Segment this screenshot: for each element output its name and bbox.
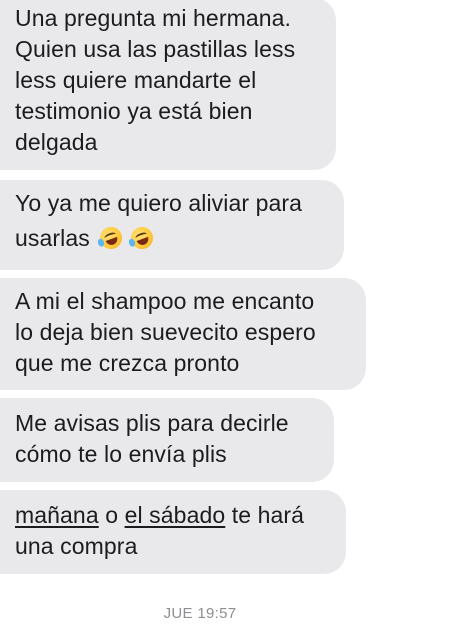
message-bubble[interactable]: Me avisas plis para decirle cómo te lo e…: [0, 398, 334, 482]
message-text: A mi el shampoo me encanto: [15, 288, 315, 314]
message-bubble[interactable]: A mi el shampoo me encanto lo deja bien …: [0, 278, 366, 390]
date-link[interactable]: el sábado: [125, 502, 226, 528]
message-text: cómo te lo envía plis: [15, 441, 227, 467]
message-text: Me avisas plis para decirle: [15, 410, 289, 436]
message-thread: Una pregunta mi hermana. Quien usa las p…: [0, 0, 476, 636]
message-text: usarlas: [15, 225, 90, 251]
timestamp: JUE 19:57: [163, 605, 237, 622]
message-text: lo deja bien suevecito espero: [15, 319, 316, 345]
message-text: que me crezca pronto: [15, 350, 240, 376]
rolling-on-floor-laughing-icon: [97, 223, 126, 253]
message-text: Una pregunta mi hermana.: [15, 5, 291, 31]
rolling-on-floor-laughing-icon: [127, 223, 156, 253]
message-bubble[interactable]: mañana o el sábado te hará una compra: [0, 490, 346, 574]
message-text: testimonio ya está bien: [15, 98, 253, 124]
message-bubble[interactable]: Una pregunta mi hermana. Quien usa las p…: [0, 0, 336, 170]
message-text: o: [98, 502, 125, 528]
message-line: mañana o el sábado te hará: [15, 500, 330, 531]
message-text: delgada: [15, 129, 98, 155]
message-text: less quiere mandarte el: [15, 67, 257, 93]
message-line: usarlas: [15, 223, 328, 254]
message-bubble[interactable]: Yo ya me quiero aliviar para usarlas: [0, 180, 344, 270]
message-text: te hará: [225, 502, 305, 528]
date-link[interactable]: mañana: [15, 502, 99, 528]
message-text: una compra: [15, 533, 138, 559]
message-text: Yo ya me quiero aliviar para: [15, 190, 303, 216]
message-text: Quien usa las pastillas less: [15, 36, 296, 62]
